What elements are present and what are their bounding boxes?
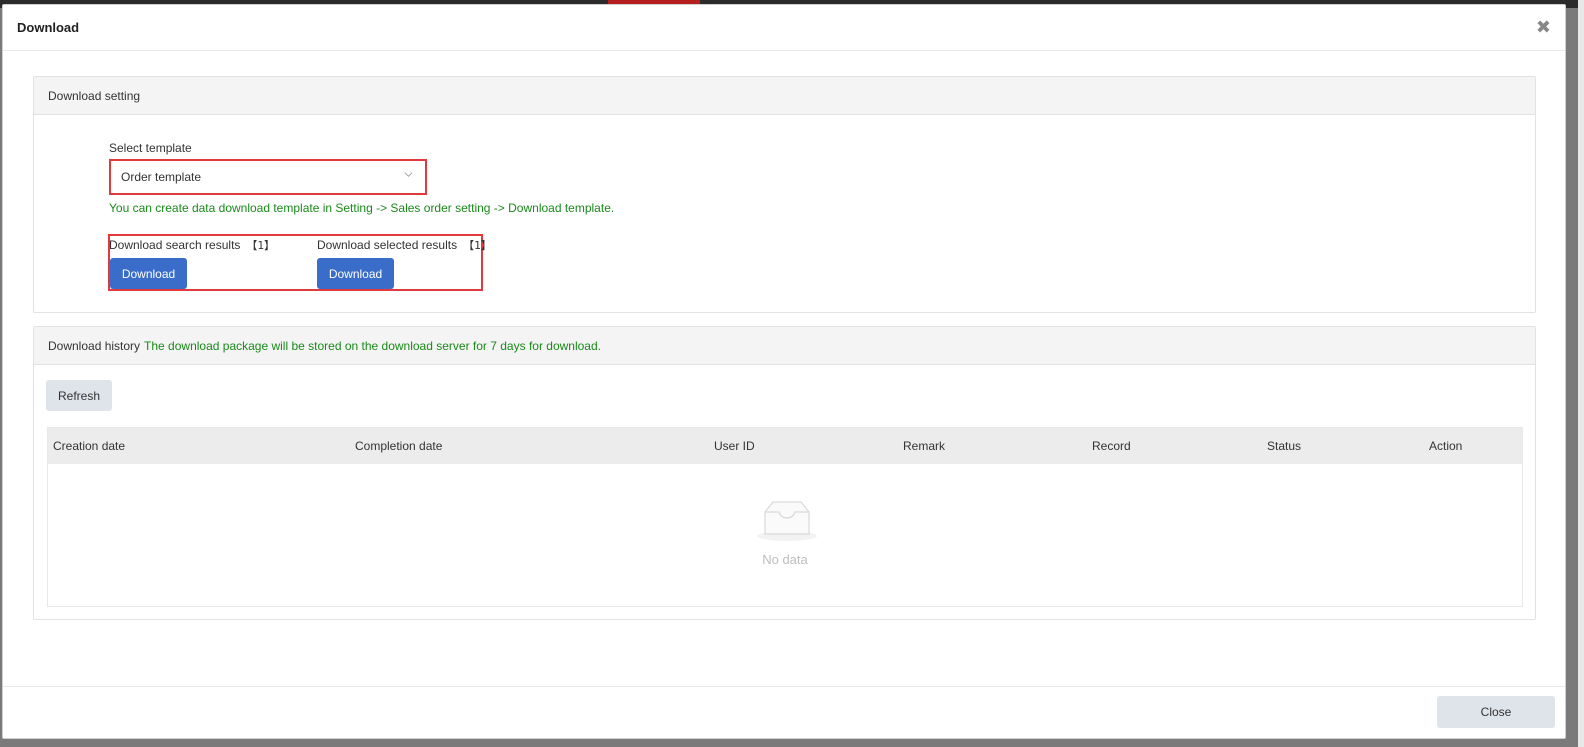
download-dialog: Download ✖ Download setting Select templ… [2, 4, 1566, 739]
download-search-results-button[interactable]: Download [110, 258, 187, 289]
template-hint: You can create data download template in… [109, 201, 615, 215]
template-select[interactable]: Order template [109, 159, 427, 195]
dialog-title: Download [17, 20, 80, 35]
template-select-value: Order template [121, 170, 202, 184]
chevron-down-icon [404, 172, 413, 177]
column-creation-date[interactable]: Creation date [53, 439, 125, 453]
column-user-id[interactable]: User ID [714, 439, 755, 453]
table-header: Creation date Completion date User ID Re… [48, 428, 1522, 464]
empty-inbox-icon [757, 501, 817, 541]
close-icon[interactable]: ✖ [1536, 18, 1551, 36]
selected-results-label: Download selected results 【1】 [317, 238, 492, 252]
dialog-footer: Close [3, 686, 1565, 738]
column-completion-date[interactable]: Completion date [355, 439, 442, 453]
download-history-header: Download history The download package wi… [34, 327, 1535, 365]
column-action[interactable]: Action [1429, 439, 1462, 453]
empty-state: No data [48, 464, 1522, 606]
empty-text: No data [762, 552, 808, 567]
column-remark[interactable]: Remark [903, 439, 945, 453]
column-record[interactable]: Record [1092, 439, 1131, 453]
background-page-edge [1578, 0, 1584, 747]
selected-results-count: 【1】 [463, 239, 492, 252]
download-setting-header: Download setting [34, 77, 1535, 115]
column-status[interactable]: Status [1267, 439, 1301, 453]
download-history-note: The download package will be stored on t… [144, 338, 601, 353]
search-results-label: Download search results 【1】 [109, 238, 276, 252]
download-history-panel: Download history The download package wi… [33, 326, 1536, 620]
search-results-count: 【1】 [246, 239, 276, 252]
download-history-table: Creation date Completion date User ID Re… [47, 427, 1523, 607]
download-selected-results-button[interactable]: Download [317, 258, 394, 289]
download-setting-title: Download setting [48, 88, 141, 103]
refresh-button[interactable]: Refresh [46, 380, 112, 411]
download-setting-panel: Download setting Select template Order t… [33, 76, 1536, 313]
download-history-title: Download history [48, 338, 141, 353]
close-button[interactable]: Close [1437, 696, 1555, 728]
dialog-header: Download ✖ [3, 5, 1565, 51]
select-template-label: Select template [109, 141, 192, 155]
